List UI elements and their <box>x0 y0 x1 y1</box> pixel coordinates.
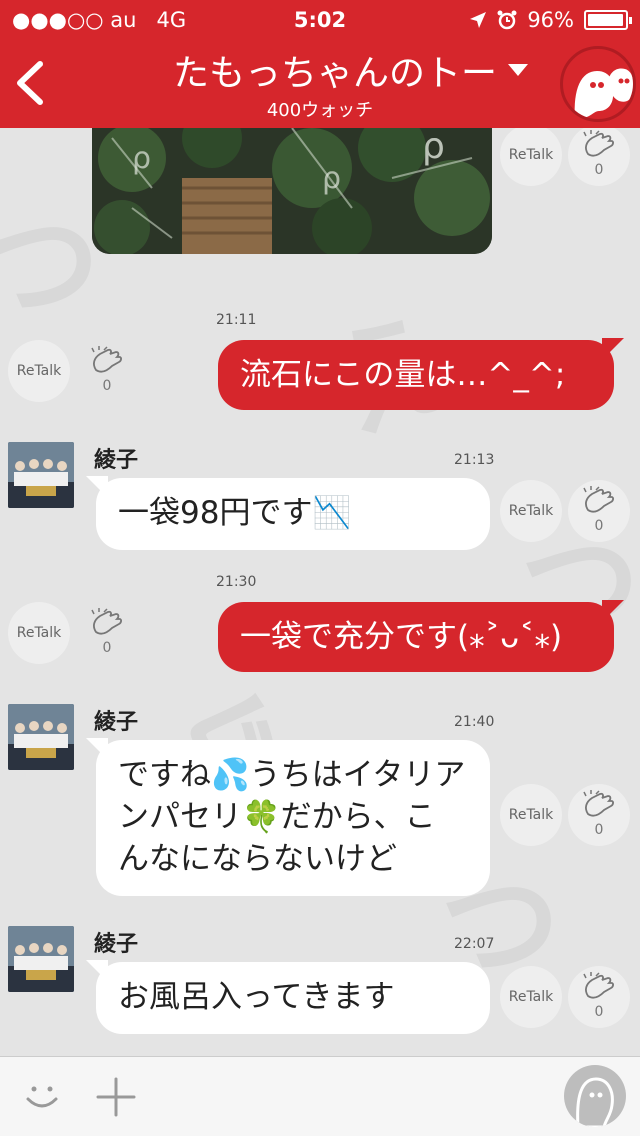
clap-button[interactable]: 0 <box>568 784 630 846</box>
retalk-button[interactable]: ReTalk <box>8 340 70 402</box>
their-message-bubble[interactable]: ですね💦うちはイタリア ンパセリ🍀だから、こ んなにならないけど <box>96 740 490 896</box>
message-line: ンパセリ🍀だから、こ <box>118 799 436 835</box>
header-ghost-avatar-button[interactable] <box>560 46 636 122</box>
team-photo-avatar <box>8 442 74 508</box>
status-bar: ●●●○○ au 4G 5:02 96% <box>0 0 640 40</box>
team-photo-avatar <box>8 926 74 992</box>
clap-hands-icon <box>583 486 614 513</box>
avatar[interactable] <box>8 926 74 992</box>
retalk-button[interactable]: ReTalk <box>500 966 562 1028</box>
ghost-avatar-button[interactable] <box>564 1065 626 1127</box>
battery-percent: 96% <box>527 8 574 32</box>
sender-name: 綾子 <box>94 448 139 473</box>
clap-hands-icon <box>583 972 614 999</box>
chat-area[interactable]: つ え つ ぐ つ ρ ρ ρ ReTalk 0 21:11 ReTalk 0 … <box>0 128 640 1056</box>
retalk-button[interactable]: ReTalk <box>500 784 562 846</box>
message-time: 21:11 <box>216 312 257 328</box>
clap-button[interactable]: 0 <box>568 966 630 1028</box>
message-time: 21:30 <box>216 574 257 590</box>
sender-name: 綾子 <box>94 932 139 957</box>
team-photo-avatar <box>8 704 74 770</box>
ghost-mascot-icon <box>574 68 633 119</box>
clap-button[interactable]: 0 <box>568 480 630 542</box>
clap-button[interactable]: 0 <box>568 128 630 186</box>
retalk-button[interactable]: ReTalk <box>500 128 562 186</box>
smiley-icon[interactable] <box>22 1077 62 1117</box>
parsley-bags-photo: ρ ρ ρ <box>92 128 492 254</box>
clap-button[interactable]: 0 <box>76 602 138 664</box>
talk-title[interactable]: たもっちゃんのトー <box>150 44 520 96</box>
clap-hands-icon <box>91 346 122 373</box>
my-message-bubble[interactable]: 一袋で充分です(⁎˃ᴗ˂⁎) <box>218 602 614 672</box>
message-line: ですね💦うちはイタリア <box>118 757 466 793</box>
their-message-bubble[interactable]: お風呂入ってきます <box>96 962 490 1034</box>
message-time: 21:40 <box>454 714 495 730</box>
avatar[interactable] <box>8 442 74 508</box>
photo-message[interactable]: ρ ρ ρ <box>92 128 492 254</box>
svg-text:ρ: ρ <box>422 128 445 167</box>
clap-hands-icon <box>583 790 614 817</box>
alarm-clock-icon <box>497 10 517 30</box>
svg-text:ρ: ρ <box>322 161 341 196</box>
my-message-bubble[interactable]: 流石にこの量は…^_^; <box>218 340 614 410</box>
clap-hands-icon <box>91 608 122 635</box>
sender-name: 綾子 <box>94 710 139 735</box>
plus-icon[interactable] <box>96 1075 136 1119</box>
clap-button[interactable]: 0 <box>76 340 138 402</box>
ghost-avatar-icon <box>576 1077 614 1127</box>
battery-fill <box>588 14 623 26</box>
message-time: 22:07 <box>454 936 495 952</box>
message-time: 21:13 <box>454 452 495 468</box>
clap-hands-icon <box>583 130 614 157</box>
avatar[interactable] <box>8 704 74 770</box>
back-chevron-icon[interactable] <box>12 60 48 106</box>
svg-text:ρ: ρ <box>132 141 151 176</box>
message-line: んなにならないけど <box>118 841 397 877</box>
background-watermark: つ <box>0 197 100 336</box>
battery-icon <box>584 10 632 30</box>
header: ●●●○○ au 4G 5:02 96% たもっちゃんのトー 400ウォッチ <box>0 0 640 128</box>
input-bar <box>0 1056 640 1136</box>
retalk-button[interactable]: ReTalk <box>500 480 562 542</box>
dropdown-caret-icon[interactable] <box>508 64 528 78</box>
watch-count: 400ウォッチ <box>266 100 374 121</box>
their-message-bubble[interactable]: 一袋98円です📉 <box>96 478 490 550</box>
location-arrow-icon <box>470 12 487 28</box>
retalk-button[interactable]: ReTalk <box>8 602 70 664</box>
